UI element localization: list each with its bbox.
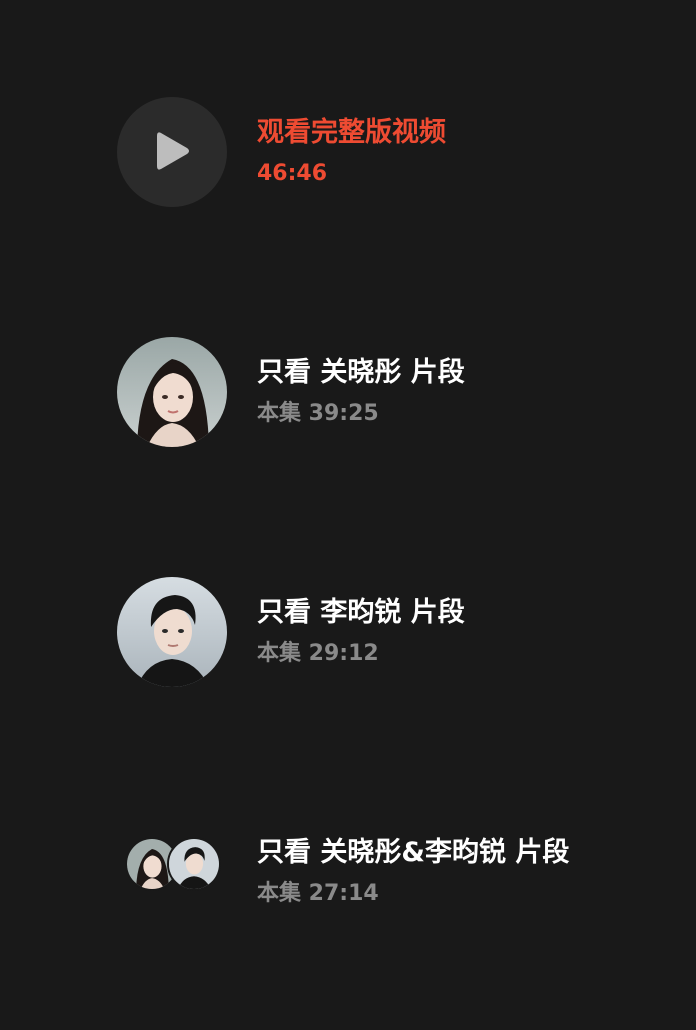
segment-title: 只看 关晓彤 片段 — [257, 357, 465, 388]
segment-option-guan-xiaotong[interactable]: 只看 关晓彤 片段 本集 39:25 — [0, 337, 696, 457]
avatar-guan-xiaotong — [117, 337, 227, 447]
segment-text: 只看 李昀锐 片段 本集 29:12 — [257, 597, 465, 667]
full-video-title: 观看完整版视频 — [257, 117, 446, 148]
segment-title: 只看 李昀锐 片段 — [257, 597, 465, 628]
full-video-duration: 46:46 — [257, 161, 328, 186]
play-button[interactable] — [117, 97, 227, 207]
segment-text: 只看 关晓彤 片段 本集 39:25 — [257, 357, 465, 427]
segment-text: 只看 关晓彤&李昀锐 片段 本集 27:14 — [257, 837, 569, 907]
segment-option-pair[interactable]: 只看 关晓彤&李昀锐 片段 本集 27:14 — [0, 837, 696, 957]
watch-full-video-option[interactable]: 观看完整版视频 46:46 — [0, 97, 696, 217]
avatar-pair — [125, 837, 225, 897]
avatar-li-yunrui — [117, 577, 227, 687]
segment-duration: 本集 39:25 — [257, 401, 379, 426]
avatar-li-yunrui-small — [167, 837, 221, 891]
segment-duration: 本集 27:14 — [257, 881, 379, 906]
play-icon — [157, 132, 189, 170]
video-options-screen: 观看完整版视频 46:46 只看 关晓彤 片段 本集 39:25 只看 李昀锐 … — [0, 0, 696, 1030]
segment-duration: 本集 29:12 — [257, 641, 379, 666]
segment-option-li-yunrui[interactable]: 只看 李昀锐 片段 本集 29:12 — [0, 577, 696, 697]
full-video-text: 观看完整版视频 46:46 — [257, 117, 446, 187]
segment-title: 只看 关晓彤&李昀锐 片段 — [257, 837, 570, 868]
